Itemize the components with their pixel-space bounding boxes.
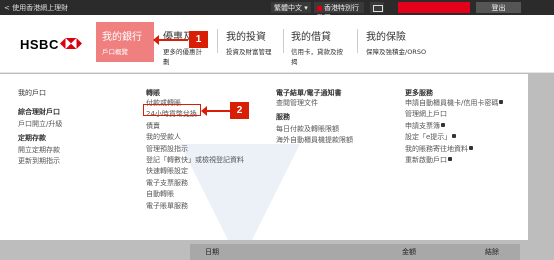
top-bar: < 使用香港網上理財 繁體中文 ▾ 香港特別行政區 登出 <box>0 0 554 22</box>
annotation-arrow-2 <box>201 106 230 116</box>
menu-item-cheque-book[interactable]: 申請支票簿 <box>405 121 503 132</box>
nav-divider <box>357 29 358 53</box>
lock-icon <box>499 100 504 104</box>
menu-item-view-documents[interactable]: 查閱管理文件 <box>276 98 353 109</box>
nav-my-insurance[interactable]: 我的保險 保障及強積金/ORSO <box>360 22 440 62</box>
nav-my-borrowing[interactable]: 我的借貸 信用卡，貸款及按揭 <box>285 22 351 66</box>
nav-title: 我的銀行 <box>102 32 142 43</box>
mega-menu-panel: 我的戶口 綜合理財戶口 戶口開立/升級 定期存款 開立定期存款 更新到期指示 轉… <box>0 74 528 260</box>
menu-item-ebill[interactable]: 電子賬單服務 <box>146 201 244 212</box>
menu-item-quick-transfer[interactable]: 快速轉賬設定 <box>146 166 244 177</box>
hsbc-logo[interactable]: HSBC <box>20 37 59 52</box>
menu-item-echeque[interactable]: 電子支票服務 <box>146 178 244 189</box>
nav-title: 我的保險 <box>366 32 406 43</box>
nav-my-investments[interactable]: 我的投資 投資及財富管理 <box>220 22 284 62</box>
lock-icon <box>469 145 473 150</box>
menu-item-ealerts[interactable]: 設定「e提示」 <box>405 132 503 143</box>
menu-subheading-time-deposit[interactable]: 定期存款 <box>18 133 62 144</box>
menu-item-label: 管理網上戶口 <box>405 110 447 119</box>
menu-item-daily-limits[interactable]: 每日付款及轉賬限額 <box>276 124 353 135</box>
menu-subheading-services: 服務 <box>276 113 290 122</box>
nav-sub: 保障及強積金/ORSO <box>366 48 427 56</box>
menu-item-overseas-atm-limits[interactable]: 海外自動櫃員機提款限額 <box>276 135 353 146</box>
nav-divider <box>217 29 218 53</box>
menu-heading-more-services: 更多服務 <box>405 89 433 97</box>
menu-item-open-time-deposit[interactable]: 開立定期存款 <box>18 145 62 156</box>
menu-item-label: 重新啟動戶口 <box>405 156 447 165</box>
hsbc-hexagon-icon <box>60 38 82 49</box>
menu-item-bill-payment[interactable]: 債賣 <box>146 121 244 132</box>
menu-column-estatements: 電子結單/電子通知書 查閱管理文件 服務 每日付款及轉賬限額 海外自動櫃員機提款… <box>276 88 353 147</box>
annotation-badge-1: 1 <box>189 31 208 48</box>
column-date[interactable]: 日期 <box>205 247 219 257</box>
nav-sub: 更多的優惠計劃 <box>163 48 202 66</box>
menu-item-manage-online-account[interactable]: 管理網上戶口 <box>405 109 503 120</box>
nav-sub: 信用卡，貸款及按揭 <box>291 48 343 66</box>
annotation-arrow-1 <box>153 35 188 45</box>
page-background-strip <box>528 74 554 240</box>
back-to-personal-banking-link[interactable]: < 使用香港網上理財 <box>4 3 68 13</box>
menu-item-mailing-address[interactable]: 我的賬務寄往地資料 <box>405 144 503 155</box>
nav-divider <box>283 29 284 53</box>
nav-sub: 投資及財富管理 <box>226 48 272 56</box>
menu-subheading-integrated-account[interactable]: 綜合理財戶口 <box>18 107 62 118</box>
transactions-table-header: 日期 金額 結餘 <box>0 240 554 260</box>
redacted-user-area <box>398 2 470 13</box>
lock-icon <box>441 122 445 127</box>
region-selector[interactable]: 香港特別行政區 <box>314 2 364 22</box>
menu-item-standing-instructions[interactable]: 管理預設指示 <box>146 144 244 155</box>
menu-item-reactivate-account[interactable]: 重新啟動戶口 <box>405 155 503 166</box>
menu-item-autopay[interactable]: 自動轉賬 <box>146 189 244 200</box>
nav-sub: 戶口概覽 <box>102 48 128 56</box>
annotation-badge-2: 2 <box>230 102 249 119</box>
logout-button[interactable]: 登出 <box>476 2 521 13</box>
menu-item-my-payees[interactable]: 我的受款人 <box>146 132 244 143</box>
menu-item-update-maturity[interactable]: 更新到期指示 <box>18 156 62 167</box>
highlight-payments-transfers <box>143 104 201 116</box>
column-amount[interactable]: 金額 <box>402 247 416 257</box>
language-selector[interactable]: 繁體中文 ▾ <box>271 2 311 13</box>
menu-item-open-upgrade[interactable]: 戶口開立/升級 <box>18 119 62 130</box>
column-balance[interactable]: 結餘 <box>485 247 499 257</box>
menu-item-label: 申請支票簿 <box>405 121 440 130</box>
main-header: HSBC 我的銀行 戶口概覽 優惠及 更多的優惠計劃 我的投資 投資及財富管理 … <box>0 15 554 73</box>
menu-column-more-services: 更多服務 申請自動櫃員機卡/信用卡密碼 管理網上戶口 申請支票簿 設定「e提示」… <box>405 88 504 166</box>
menu-heading-estatements[interactable]: 電子結單/電子通知書 <box>276 89 342 97</box>
menu-item-label: 申請自動櫃員機卡/信用卡密碼 <box>405 99 499 107</box>
lock-icon <box>448 157 452 162</box>
menu-column-my-account: 我的戶口 綜合理財戶口 戶口開立/升級 定期存款 開立定期存款 更新到期指示 <box>18 88 62 167</box>
menu-item-apply-pin[interactable]: 申請自動櫃員機卡/信用卡密碼 <box>405 98 504 109</box>
menu-item-label: 我的賬務寄往地資料 <box>405 144 468 153</box>
nav-title: 我的投資 <box>226 32 266 43</box>
menu-item-label: 設定「e提示」 <box>405 133 452 142</box>
nav-my-banking[interactable]: 我的銀行 戶口概覽 <box>96 22 154 62</box>
table-header-bar <box>190 244 520 260</box>
mail-icon[interactable] <box>370 2 384 13</box>
menu-item-fps-registration[interactable]: 登記「轉數快」或檢視登記資料 <box>146 155 244 166</box>
nav-title: 我的借貸 <box>291 32 331 43</box>
lock-icon <box>452 134 457 139</box>
menu-heading-my-account[interactable]: 我的戶口 <box>18 88 62 99</box>
hk-flag-icon <box>317 5 322 11</box>
menu-heading-transfers: 轉賬 <box>146 89 160 97</box>
